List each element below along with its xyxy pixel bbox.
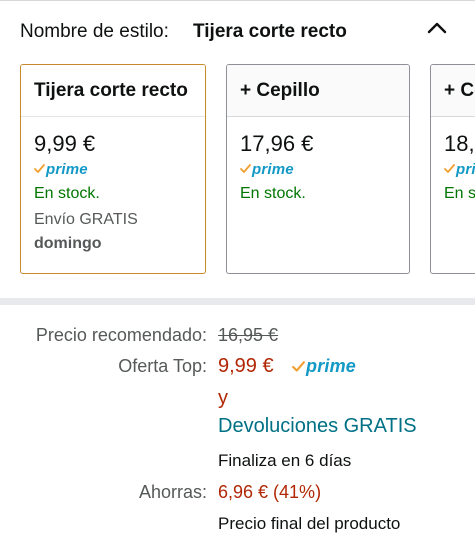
chevron-up-icon[interactable] xyxy=(424,17,450,39)
option-name: Tijera corte recto xyxy=(21,65,205,117)
savings-value: 6,96 € (41%) xyxy=(218,482,322,502)
stock-status: En stock. xyxy=(34,185,100,202)
prime-badge: prime xyxy=(34,159,192,179)
option-price: 17,96 € xyxy=(240,131,314,156)
offer-price: 9,99 € xyxy=(218,355,274,377)
style-selected-value: Tijera corte recto xyxy=(193,21,347,42)
free-returns-link[interactable]: Devoluciones GRATIS xyxy=(218,415,417,438)
prime-label: pri xyxy=(456,160,475,178)
prime-check-icon xyxy=(240,164,251,173)
prime-check-icon xyxy=(292,360,305,372)
prime-badge: prime xyxy=(240,159,396,179)
prime-badge: pri xyxy=(444,159,475,179)
style-label: Nombre de estilo: xyxy=(20,21,169,42)
prime-label: prime xyxy=(252,160,294,178)
conjunction-text: y xyxy=(218,387,228,409)
option-card-cepillo[interactable]: + Cepillo 17,96 € prime En stock. xyxy=(226,64,410,274)
prime-badge: prime xyxy=(292,356,356,377)
recommended-price-label: Precio recomendado: xyxy=(35,325,207,345)
prime-label: prime xyxy=(306,356,357,376)
option-name: + Co xyxy=(431,65,475,117)
style-selector-header[interactable]: Nombre de estilo: Tijera corte recto xyxy=(0,0,475,63)
savings-label: Ahorras: xyxy=(138,482,207,502)
shipping-info: Envío GRATIS xyxy=(34,211,138,228)
option-price: 18, xyxy=(444,131,475,156)
option-price: 9,99 € xyxy=(34,131,96,156)
delivery-day: domingo xyxy=(34,235,102,252)
final-price-note: Precio final del producto xyxy=(218,514,401,533)
section-divider xyxy=(0,298,475,305)
option-card-tijera-corte-recto[interactable]: Tijera corte recto 9,99 € prime En stock… xyxy=(20,64,206,274)
offer-ends-text: Finaliza en 6 días xyxy=(218,451,352,470)
style-options-carousel[interactable]: Tijera corte recto 9,99 € prime En stock… xyxy=(0,64,475,278)
recommended-price: 16,95 € xyxy=(218,325,279,345)
option-card-partial[interactable]: + Co 18, pri En s xyxy=(430,64,475,274)
stock-status: En stock. xyxy=(240,185,306,202)
option-name: + Cepillo xyxy=(227,65,409,117)
prime-check-icon xyxy=(444,164,455,173)
prime-check-icon xyxy=(34,164,45,173)
offer-label: Oferta Top: xyxy=(118,356,207,376)
stock-status: En s xyxy=(444,185,475,202)
prime-label: prime xyxy=(46,160,88,178)
